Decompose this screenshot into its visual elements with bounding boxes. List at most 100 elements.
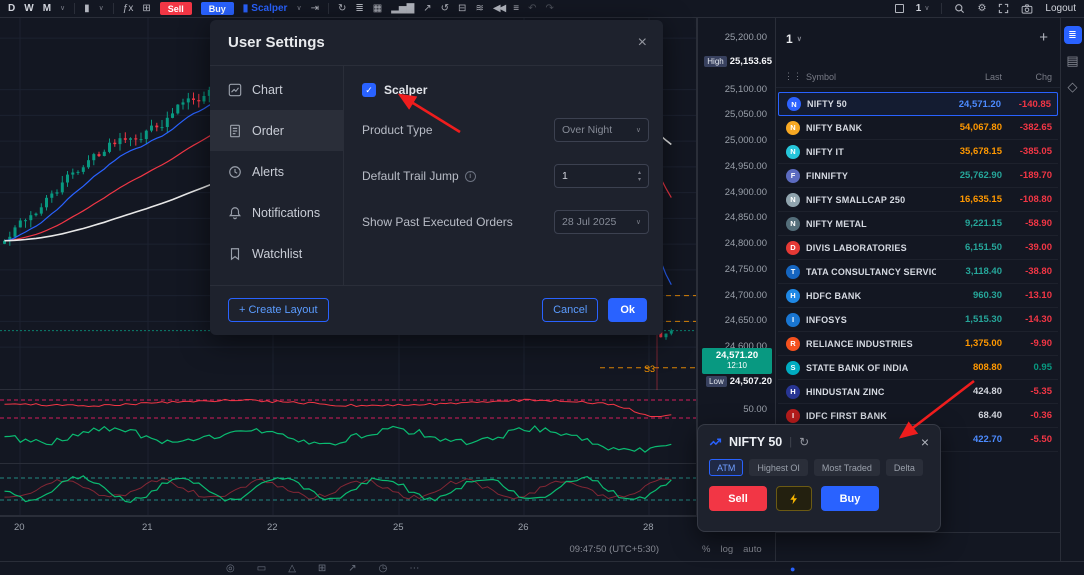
check-icon: ✓ (365, 85, 373, 96)
redo-icon[interactable]: ↷ (545, 4, 553, 14)
tab-delta[interactable]: Delta (886, 459, 923, 476)
watchlist-panel-icon[interactable]: ≣ (1064, 26, 1082, 44)
rewind-icon[interactable]: ◀◀ (493, 4, 504, 14)
watchlist-row[interactable]: N NIFTY METAL 9,221.15 -58.90 (778, 212, 1058, 236)
nav-item-alerts[interactable]: Alerts (210, 151, 343, 192)
refresh-icon[interactable]: ↺ (441, 4, 449, 14)
log-scale-button[interactable]: log (720, 544, 733, 555)
column-symbol[interactable]: Symbol (806, 72, 836, 82)
watchlist-row[interactable]: N NIFTY BANK 54,067.80 -382.65 (778, 116, 1058, 140)
export-icon[interactable]: ⇥ (311, 4, 319, 14)
create-layout-button[interactable]: + Create Layout (228, 298, 329, 322)
widgets-diamond-icon[interactable]: ◇ (1064, 78, 1082, 96)
replay-icon[interactable]: ≡ (513, 4, 519, 14)
watchlist-group-dropdown[interactable]: 1 ∨ (786, 32, 802, 46)
chevron-down-icon[interactable]: ∨ (60, 5, 65, 12)
scalper-checkbox[interactable]: ✓ (362, 83, 376, 97)
square-tool-icon[interactable] (895, 4, 904, 13)
percent-scale-button[interactable]: % (702, 544, 710, 555)
chevron-down-icon[interactable]: ∨ (924, 5, 929, 12)
watchlist-row[interactable]: F FINNIFTY 25,762.90 -189.70 (778, 164, 1058, 188)
buy-button[interactable]: Buy (821, 486, 879, 511)
bottom-tool-icon[interactable]: ⋯ (409, 563, 419, 574)
scalper-setting-row: ✓ Scalper (362, 78, 649, 102)
templates-panel-icon[interactable]: ▤ (1064, 52, 1082, 70)
column-chg[interactable]: Chg (1002, 72, 1052, 82)
gear-icon[interactable]: ⚙ (977, 4, 986, 14)
info-icon[interactable]: i (465, 171, 476, 182)
tab-highest-oi[interactable]: Highest OI (749, 459, 808, 476)
bottom-tool-icon[interactable]: ⊞ (318, 563, 326, 574)
tab-atm[interactable]: ATM (709, 459, 743, 476)
column-last[interactable]: Last (936, 72, 1002, 82)
drag-handle-icon[interactable]: ⋮⋮ (784, 71, 802, 82)
watchlist-row[interactable]: N NIFTY IT 35,678.15 -385.05 (778, 140, 1058, 164)
watchlist-row[interactable]: R RELIANCE INDUSTRIES 1,375.00 -9.90 (778, 332, 1058, 356)
watchlist-row[interactable]: D DIVIS LABORATORIES 6,151.50 -39.00 (778, 236, 1058, 260)
time-label: 21 (142, 522, 153, 533)
symbol-logo-icon: N (786, 121, 800, 135)
bar-chart-icon[interactable]: ▂▅▇ (391, 4, 414, 14)
nav-item-watchlist[interactable]: Watchlist (210, 233, 343, 274)
bottom-tool-icon[interactable]: ↗ (348, 563, 356, 574)
sliders-icon[interactable]: ⊟ (458, 4, 466, 14)
nav-item-chart[interactable]: Chart (210, 69, 343, 110)
close-icon[interactable]: × (921, 434, 929, 450)
tab-most-traded[interactable]: Most Traded (814, 459, 880, 476)
rotate-icon[interactable]: ↻ (338, 4, 346, 14)
logout-button[interactable]: Logout (1045, 3, 1076, 14)
candle-style-icon[interactable]: ▮ (84, 4, 90, 14)
watchlist-row[interactable]: N NIFTY SMALLCAP 250 16,635.15 -108.80 (778, 188, 1058, 212)
scalper-button[interactable]: ▮ Scalper (243, 3, 288, 14)
stepper-down-icon[interactable]: ▾ (638, 177, 641, 183)
clock-label[interactable]: 09:47:50 (UTC+5:30) (569, 544, 659, 555)
stepper-up-icon[interactable]: ▴ (638, 170, 641, 176)
watchlist-row[interactable]: T TATA CONSULTANCY SERVICES 3,118.40 -38… (778, 260, 1058, 284)
nav-label: Notifications (252, 206, 320, 220)
external-link-icon[interactable]: ↗ (423, 4, 431, 14)
buy-button[interactable]: Buy (201, 2, 234, 15)
timeframe-week-button[interactable]: W (24, 3, 33, 14)
symbol-logo-icon: I (786, 409, 800, 423)
sell-button[interactable]: Sell (160, 2, 192, 15)
close-icon[interactable]: × (638, 34, 647, 52)
timeframe-month-button[interactable]: M (43, 3, 51, 14)
refresh-icon[interactable]: ↻ (799, 435, 809, 449)
chevron-down-icon[interactable]: ∨ (296, 5, 301, 12)
nav-item-notifications[interactable]: Notifications (210, 192, 343, 233)
grid-view-icon[interactable]: ▦ (373, 4, 382, 14)
watchlist-chg: -14.30 (1002, 314, 1052, 325)
bottom-tool-icon[interactable]: ▭ (257, 563, 266, 574)
instant-order-button[interactable] (776, 486, 812, 511)
auto-scale-button[interactable]: auto (743, 544, 762, 555)
bottom-tool-icon[interactable]: ◎ (226, 563, 235, 574)
bottom-tool-icon[interactable]: △ (288, 563, 296, 574)
undo-icon[interactable]: ↶ (528, 4, 536, 14)
bottom-tool-icon[interactable]: ◷ (379, 563, 388, 574)
watchlist-row[interactable]: H HINDUSTAN ZINC 424.80 -5.35 (778, 380, 1058, 404)
connection-icon[interactable]: ≋ (475, 4, 483, 14)
fullscreen-icon[interactable] (998, 3, 1009, 14)
camera-icon[interactable] (1021, 3, 1033, 15)
bar-count-value[interactable]: 1 (916, 3, 922, 14)
sell-button[interactable]: Sell (709, 486, 767, 511)
search-icon[interactable] (954, 3, 965, 14)
watchlist-last: 1,515.30 (936, 314, 1002, 325)
watchlist-row[interactable]: N NIFTY 50 24,571.20 -140.85 (778, 92, 1058, 116)
ok-button[interactable]: Ok (608, 298, 647, 322)
layout-grid-icon[interactable]: ⊞ (142, 4, 150, 14)
time-axis[interactable]: 20 21 22 25 26 28 (0, 516, 775, 540)
past-orders-select[interactable]: 28 Jul 2025 ∨ (554, 210, 649, 234)
trail-jump-stepper[interactable]: 1 ▴ ▾ (554, 164, 649, 188)
add-symbol-button[interactable]: + (1039, 30, 1048, 45)
product-type-select[interactable]: Over Night ∨ (554, 118, 649, 142)
chevron-down-icon[interactable]: ∨ (99, 5, 104, 12)
indicators-icon[interactable]: ƒx (123, 4, 134, 14)
order-list-icon[interactable]: ≣ (355, 4, 363, 14)
watchlist-row[interactable]: S STATE BANK OF INDIA 808.80 0.95 (778, 356, 1058, 380)
timeframe-day-button[interactable]: D (8, 3, 15, 14)
watchlist-row[interactable]: H HDFC BANK 960.30 -13.10 (778, 284, 1058, 308)
watchlist-row[interactable]: I INFOSYS 1,515.30 -14.30 (778, 308, 1058, 332)
cancel-button[interactable]: Cancel (542, 298, 598, 322)
nav-item-order[interactable]: Order (210, 110, 343, 151)
